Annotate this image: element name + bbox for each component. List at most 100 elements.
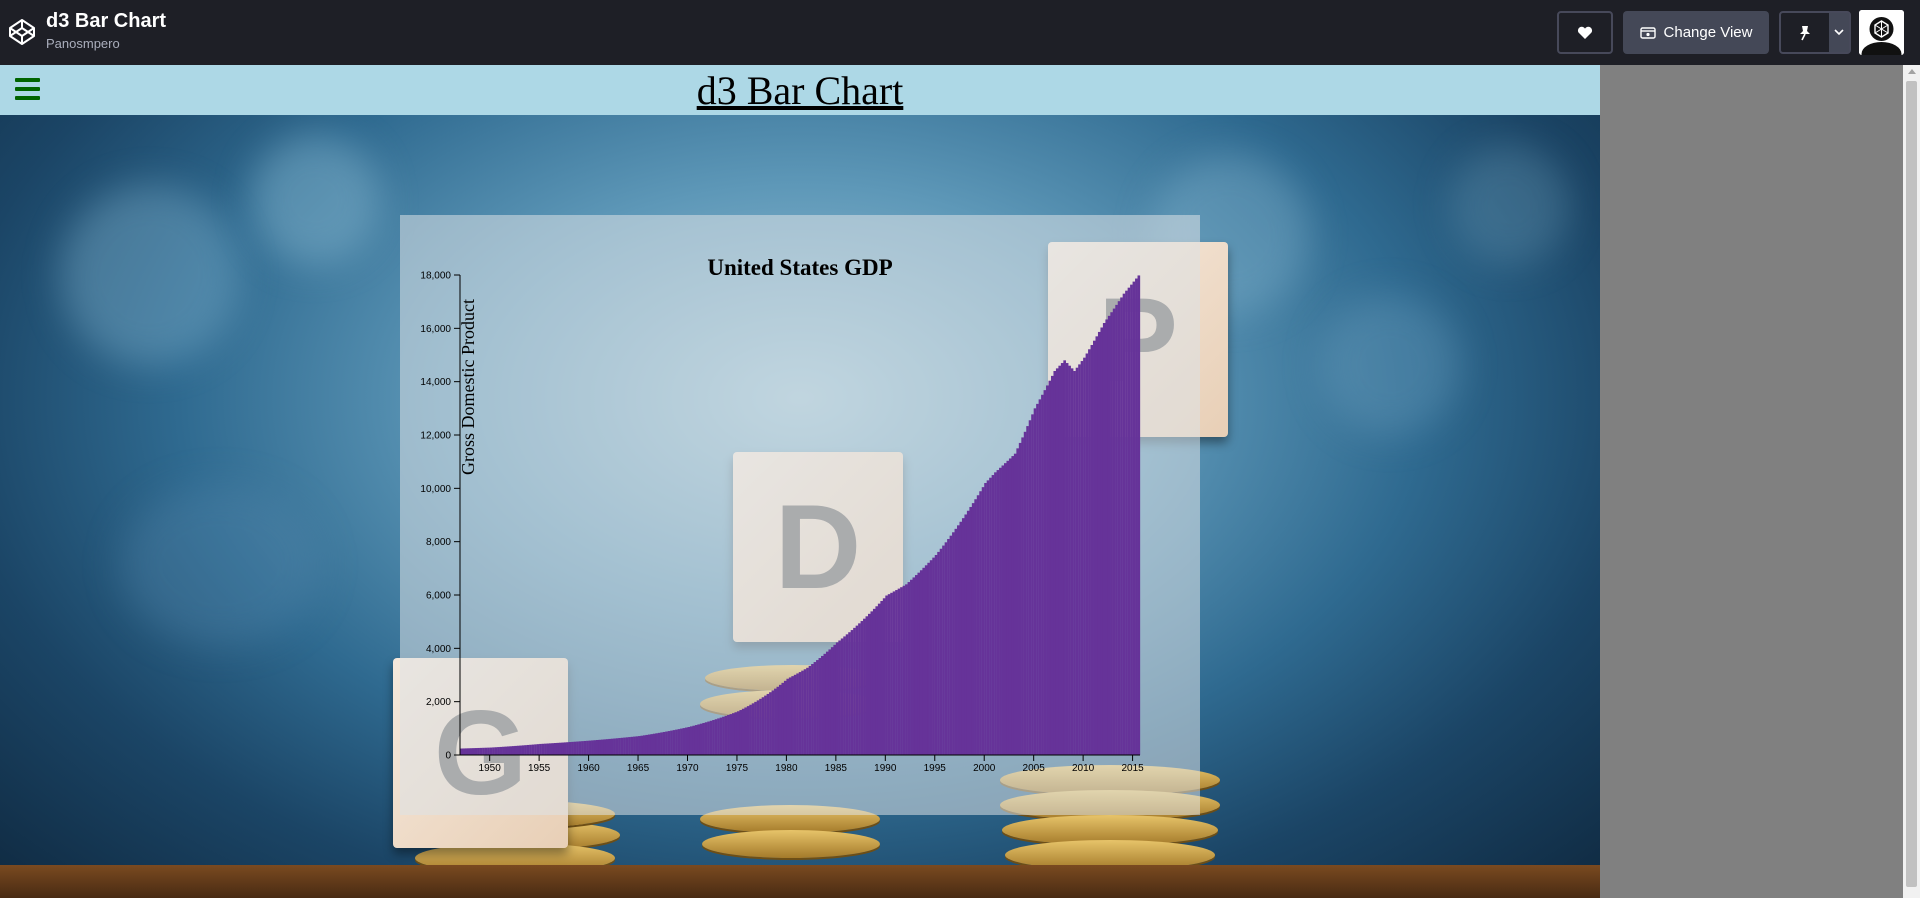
gdp-bar[interactable] xyxy=(1033,408,1037,755)
gdp-bar[interactable] xyxy=(835,642,839,755)
gdp-bar[interactable] xyxy=(529,744,532,755)
gdp-bar[interactable] xyxy=(553,743,557,755)
gdp-bar[interactable] xyxy=(961,518,965,755)
gdp-bar[interactable] xyxy=(566,742,569,755)
gdp-bar[interactable] xyxy=(702,722,705,755)
gdp-bar[interactable] xyxy=(625,737,629,755)
gdp-bar[interactable] xyxy=(969,506,973,755)
gdp-bar[interactable] xyxy=(872,608,876,755)
gdp-bar[interactable] xyxy=(536,744,540,755)
gdp-bar[interactable] xyxy=(996,470,1000,755)
gdp-bar[interactable] xyxy=(868,613,871,755)
gdp-bar[interactable] xyxy=(620,737,624,755)
gdp-bar[interactable] xyxy=(845,634,849,755)
gdp-bar[interactable] xyxy=(511,746,515,755)
gdp-bar[interactable] xyxy=(707,721,710,755)
gdp-bar[interactable] xyxy=(722,716,725,755)
gdp-bar[interactable] xyxy=(739,710,743,755)
gdp-bar[interactable] xyxy=(1041,394,1044,755)
gdp-bar[interactable] xyxy=(811,664,814,755)
gdp-bar[interactable] xyxy=(776,686,780,755)
gdp-bar[interactable] xyxy=(615,738,619,755)
gdp-bar[interactable] xyxy=(828,649,832,755)
gdp-bar[interactable] xyxy=(469,748,473,755)
gdp-bar[interactable] xyxy=(593,740,597,755)
gdp-bar[interactable] xyxy=(1021,437,1024,755)
gdp-bar[interactable] xyxy=(672,730,676,755)
gdp-bar[interactable] xyxy=(858,623,861,755)
gdp-bar[interactable] xyxy=(984,483,987,755)
gdp-bar[interactable] xyxy=(952,532,955,755)
gdp-bar[interactable] xyxy=(677,729,681,755)
gdp-bar[interactable] xyxy=(598,739,602,755)
gdp-bar[interactable] xyxy=(1122,293,1126,755)
gdp-bar[interactable] xyxy=(1100,327,1104,755)
gdp-bar[interactable] xyxy=(803,669,807,755)
gdp-bar[interactable] xyxy=(981,487,985,755)
gdp-bar[interactable] xyxy=(549,743,552,755)
gdp-bar[interactable] xyxy=(966,510,970,755)
gdp-bar[interactable] xyxy=(798,672,802,755)
gdp-bar[interactable] xyxy=(591,740,594,755)
gdp-bar[interactable] xyxy=(551,743,555,755)
gdp-bar[interactable] xyxy=(900,587,903,755)
gdp-bar[interactable] xyxy=(932,557,935,755)
gdp-bar[interactable] xyxy=(1004,463,1007,755)
gdp-bar[interactable] xyxy=(603,739,607,755)
gdp-bar[interactable] xyxy=(1050,375,1054,755)
gdp-bar[interactable] xyxy=(1078,364,1081,755)
gdp-bar[interactable] xyxy=(1112,308,1116,755)
gdp-bar[interactable] xyxy=(756,700,760,755)
gdp-bar[interactable] xyxy=(769,692,772,755)
pen-author[interactable]: Panosmpero xyxy=(46,36,120,51)
gdp-bar[interactable] xyxy=(561,742,565,755)
gdp-bar[interactable] xyxy=(927,562,930,755)
gdp-bar[interactable] xyxy=(863,618,866,755)
gdp-bar[interactable] xyxy=(759,698,762,755)
gdp-bar[interactable] xyxy=(877,603,881,755)
gdp-bar[interactable] xyxy=(586,740,589,755)
gdp-bar[interactable] xyxy=(1130,284,1133,755)
gdp-bar[interactable] xyxy=(781,682,785,755)
user-avatar[interactable] xyxy=(1859,10,1904,55)
gdp-bar[interactable] xyxy=(895,590,898,755)
gdp-bar[interactable] xyxy=(544,743,547,755)
gdp-bar[interactable] xyxy=(704,722,708,755)
gdp-bar[interactable] xyxy=(840,638,844,755)
gdp-bar[interactable] xyxy=(697,724,701,755)
gdp-bar[interactable] xyxy=(947,539,950,755)
gdp-bar[interactable] xyxy=(546,743,550,755)
gdp-bar[interactable] xyxy=(1068,365,1071,755)
scrollbar-thumb[interactable] xyxy=(1906,81,1917,887)
gdp-bar[interactable] xyxy=(675,729,678,755)
gdp-bar[interactable] xyxy=(892,591,896,755)
gdp-bar[interactable] xyxy=(944,542,948,755)
gdp-bar[interactable] xyxy=(1120,297,1123,755)
gdp-bar[interactable] xyxy=(1001,465,1005,755)
gdp-bar[interactable] xyxy=(714,719,718,755)
gdp-bar[interactable] xyxy=(608,738,611,755)
gdp-bar[interactable] xyxy=(786,678,790,755)
gdp-bar[interactable] xyxy=(882,598,886,755)
gdp-bar[interactable] xyxy=(825,651,829,755)
gdp-bar[interactable] xyxy=(736,711,740,755)
gdp-bar[interactable] xyxy=(1060,363,1064,755)
gdp-bar[interactable] xyxy=(942,545,945,755)
gdp-bar[interactable] xyxy=(541,743,545,755)
gdp-bar[interactable] xyxy=(934,555,938,755)
gdp-bar[interactable] xyxy=(897,588,901,755)
gdp-bar[interactable] xyxy=(1055,368,1059,755)
gdp-bar[interactable] xyxy=(1073,371,1076,755)
gdp-bar[interactable] xyxy=(818,658,822,755)
gdp-bar[interactable] xyxy=(771,690,775,755)
gdp-bar[interactable] xyxy=(821,655,824,755)
gdp-bar[interactable] xyxy=(633,736,636,755)
gdp-bar[interactable] xyxy=(1038,399,1042,755)
gdp-bar[interactable] xyxy=(929,560,933,755)
gdp-bar[interactable] xyxy=(989,477,992,755)
gdp-bar[interactable] xyxy=(492,747,495,755)
gdp-bar[interactable] xyxy=(783,680,787,755)
gdp-bar[interactable] xyxy=(999,467,1002,755)
gdp-bar[interactable] xyxy=(974,499,977,755)
gdp-bar[interactable] xyxy=(917,572,921,755)
